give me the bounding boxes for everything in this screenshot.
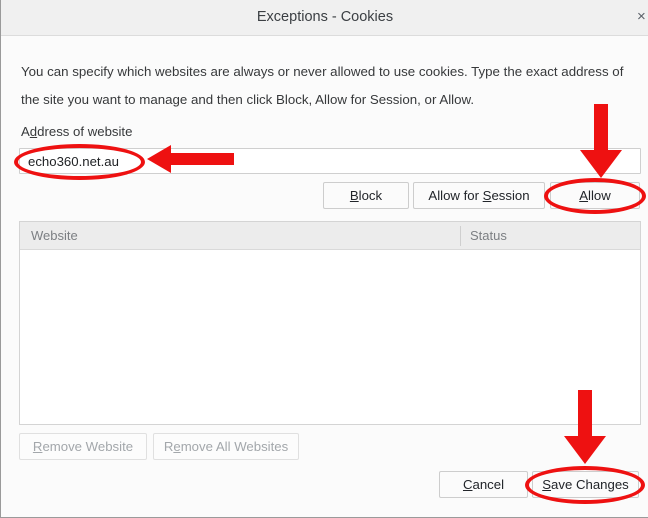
save-changes-button[interactable]: Save Changes [532,471,639,498]
cancel-label-post: ancel [472,477,505,492]
address-label-pre: A [21,124,30,139]
block-button[interactable]: Block [323,182,409,209]
exceptions-list[interactable]: Website Status [19,221,641,425]
dialog-description: You can specify which websites are alway… [21,64,624,107]
allow-button[interactable]: Allow [550,182,640,209]
block-label-accesskey: B [349,188,359,203]
address-of-website-label: Address of website [21,124,132,139]
save-changes-label-post: ave Changes [551,477,629,492]
exceptions-list-header: Website Status [20,222,640,250]
remove-website-label-post: emove Website [42,439,134,454]
remove-all-label-post: move All Websites [180,439,289,454]
cancel-button[interactable]: Cancel [439,471,528,498]
column-header-status[interactable]: Status [470,222,507,250]
remove-website-button[interactable]: Remove Website [19,433,147,460]
allow-label-accesskey: A [579,188,589,203]
remove-all-websites-button[interactable]: Remove All Websites [153,433,299,460]
allow-session-label-post: ession [491,188,530,203]
dialog-titlebar: Exceptions - Cookies × [1,0,648,36]
save-changes-label-accesskey: S [542,477,552,492]
address-label-post: dress of website [37,124,133,139]
block-label-post: lock [358,188,383,203]
allow-label-post: llow [588,188,611,203]
column-header-website[interactable]: Website [31,222,78,250]
dialog-title: Exceptions - Cookies [256,9,394,25]
remove-website-label-accesskey: R [32,439,43,454]
allow-for-session-button[interactable]: Allow for Session [413,182,545,209]
column-divider[interactable] [460,226,461,246]
cancel-label-accesskey: C [462,477,473,492]
address-of-website-input[interactable] [19,148,641,174]
close-icon[interactable]: × [637,9,648,25]
remove-all-label-accesskey: e [173,439,181,454]
remove-all-label-pre: R [163,439,174,454]
arrow-head [564,436,606,464]
exceptions-list-body[interactable] [20,250,640,424]
allow-session-label-pre: Allow for [428,188,483,203]
exceptions-cookies-dialog: Exceptions - Cookies × You can specify w… [0,0,648,518]
